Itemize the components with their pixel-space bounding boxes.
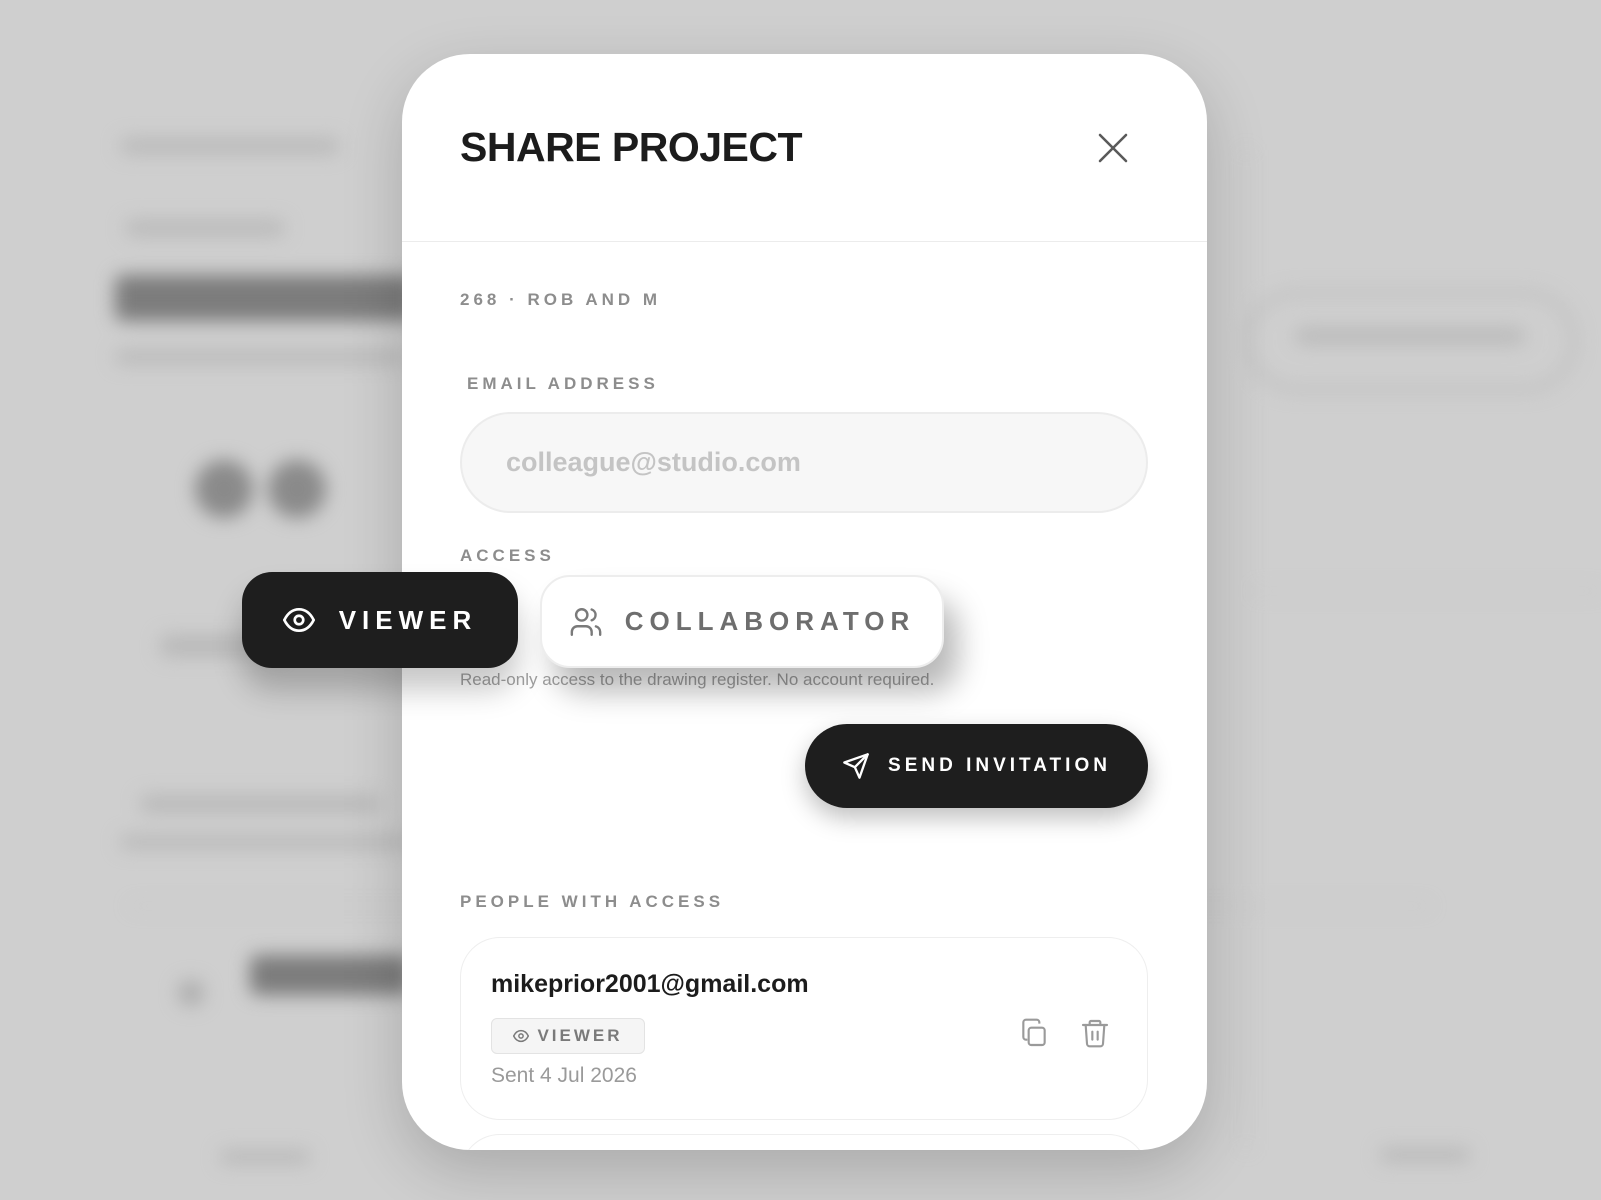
bg-text <box>120 835 410 849</box>
bg-breadcrumb <box>120 138 340 154</box>
person-card <box>460 1134 1148 1150</box>
access-option-viewer[interactable]: VIEWER <box>242 572 518 668</box>
users-icon <box>570 607 602 636</box>
bg-label <box>125 220 285 236</box>
bg-heading <box>115 275 415 321</box>
copy-icon <box>1022 1018 1046 1047</box>
bg-card-title <box>250 955 410 995</box>
access-option-viewer-label: VIEWER <box>338 604 478 635</box>
send-invitation-button[interactable]: SEND INVITATION <box>805 724 1148 808</box>
close-button[interactable] <box>1093 128 1133 168</box>
bg-avatar <box>195 460 253 518</box>
copy-link-button[interactable] <box>1018 1017 1050 1049</box>
access-label: ACCESS <box>460 546 555 565</box>
send-invitation-label: SEND INVITATION <box>888 755 1111 776</box>
bg-subtitle <box>115 350 405 364</box>
role-badge: VIEWER <box>491 1018 645 1054</box>
remove-access-button[interactable] <box>1079 1017 1111 1049</box>
people-with-access-label: PEOPLE WITH ACCESS <box>460 892 725 911</box>
bg-pill-label <box>1295 328 1525 344</box>
role-badge-label: VIEWER <box>537 1026 623 1045</box>
access-option-collaborator[interactable]: COLLABORATOR <box>540 575 944 668</box>
bg-text <box>220 1150 310 1164</box>
bg-divider <box>1255 590 1601 592</box>
person-card: mikeprior2001@gmail.com VIEWER Sent 4 Ju… <box>460 937 1148 1120</box>
bg-avatar <box>268 460 326 518</box>
person-email: mikeprior2001@gmail.com <box>491 970 809 998</box>
access-hint: Read-only access to the drawing register… <box>460 670 935 689</box>
eye-icon <box>513 1029 530 1043</box>
bg-dot <box>178 980 204 1006</box>
access-option-collaborator-label: COLLABORATOR <box>624 606 916 636</box>
bg-divider <box>1245 150 1247 1150</box>
sent-date: Sent 4 Jul 2026 <box>491 1064 637 1087</box>
eye-icon <box>282 607 315 633</box>
bg-text <box>140 795 380 813</box>
send-icon <box>843 753 869 779</box>
modal-header: SHARE PROJECT <box>402 54 1207 242</box>
trash-icon <box>1081 1019 1109 1048</box>
close-icon <box>1098 133 1128 163</box>
project-reference: 268 · ROB AND M <box>460 290 662 309</box>
modal-title: SHARE PROJECT <box>460 124 803 170</box>
bg-text <box>1380 1148 1470 1162</box>
email-label: EMAIL ADDRESS <box>467 374 659 393</box>
email-input[interactable] <box>460 412 1148 513</box>
